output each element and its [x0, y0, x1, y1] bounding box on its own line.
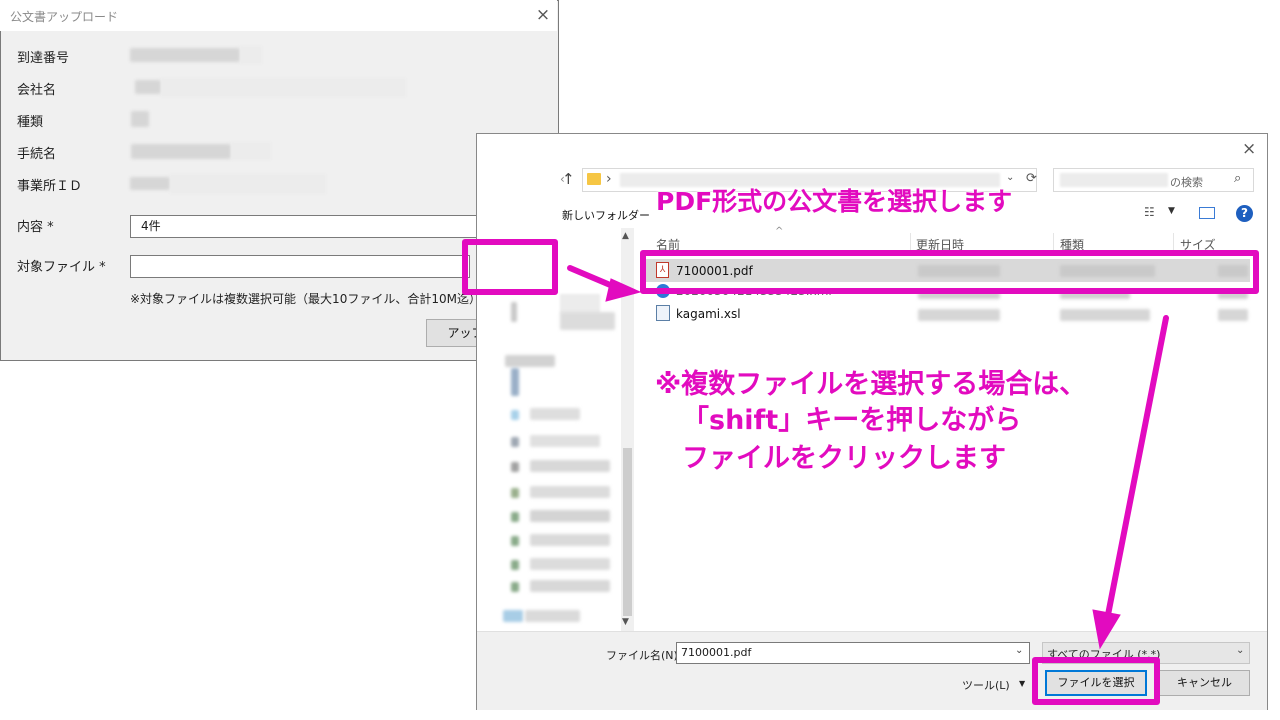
callout-select-pdf: PDF形式の公文書を選択します — [656, 187, 1013, 216]
callout-multi-line1: ※複数ファイルを選択する場合は、 — [655, 369, 1087, 400]
callout-multi-line2: 「shift」キーを押しながら — [682, 405, 1022, 436]
arrow-head — [1092, 609, 1121, 650]
annotation-arrows — [567, 265, 1169, 650]
arrow-to-open-button — [1104, 315, 1169, 623]
arrow-head — [605, 278, 642, 302]
callout-multi-line3: ファイルをクリックします — [682, 443, 1006, 474]
